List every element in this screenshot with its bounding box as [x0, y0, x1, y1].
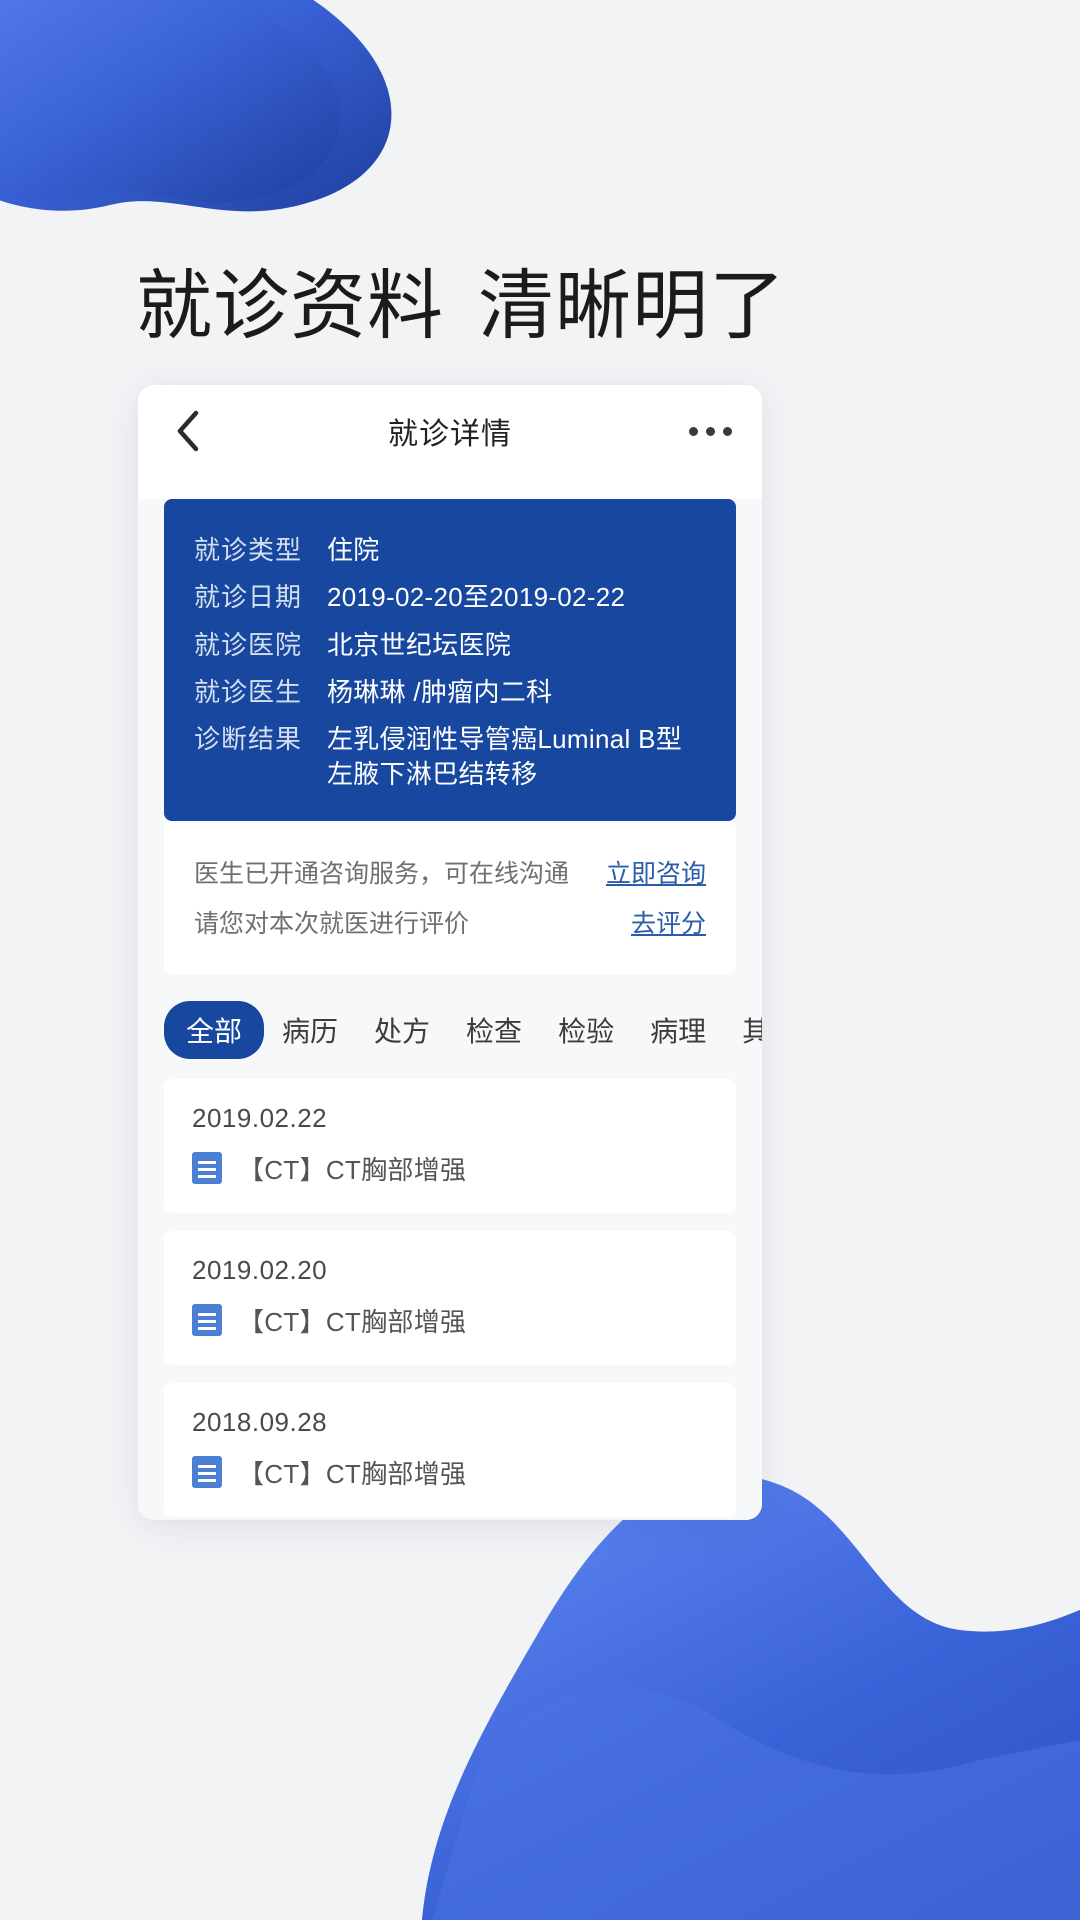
record-body: 【CT】CT胸部增强 [192, 1454, 708, 1491]
more-options-button[interactable] [687, 417, 734, 446]
headline-left: 就诊资料 [136, 261, 444, 350]
info-row-doctor: 就诊医生 杨琳琳 /肿瘤内二科 [194, 675, 706, 709]
record-list: 2019.02.22 【CT】CT胸部增强 2019.02.20 【CT】CT胸… [138, 1078, 762, 1517]
category-tabs: 全部 病历 处方 检查 检验 病理 其他 [138, 975, 762, 1079]
info-row-visit-date: 就诊日期 2019-02-20至2019-02-22 [194, 580, 706, 614]
tab-other[interactable]: 其他 [724, 1002, 762, 1058]
tab-examination[interactable]: 检查 [448, 1002, 540, 1058]
record-body: 【CT】CT胸部增强 [192, 1302, 708, 1339]
more-horizontal-icon [689, 426, 698, 436]
record-body: 【CT】CT胸部增强 [192, 1150, 708, 1187]
go-rate-link[interactable]: 去评分 [631, 904, 706, 940]
record-title: 【CT】CT胸部增强 [238, 1458, 467, 1489]
consult-now-link[interactable]: 立即咨询 [606, 854, 706, 890]
tab-medical-record[interactable]: 病历 [264, 1002, 356, 1058]
info-value: 住院 [327, 535, 380, 565]
back-button[interactable] [166, 409, 210, 453]
blob-top-left-icon [0, 0, 392, 212]
record-title: 【CT】CT胸部增强 [238, 1306, 467, 1337]
record-date: 2019.02.22 [192, 1102, 328, 1133]
page-title: 就诊详情 [388, 418, 512, 451]
more-horizontal-icon [723, 426, 732, 436]
diagnosis-line-1: 左乳侵润性导管癌Luminal B型 [327, 724, 683, 755]
tab-pathology[interactable]: 病理 [632, 1002, 724, 1058]
content-scroll-area[interactable]: 就诊类型 住院 就诊日期 2019-02-20至2019-02-22 就诊医院 … [138, 499, 762, 1520]
service-block: 医生已开通咨询服务，可在线沟通 立即咨询 请您对本次就医进行评价 去评分 [164, 820, 736, 975]
phone-mockup: 就诊详情 就诊类型 住院 就诊日期 2019-02-20至2019-02-22 [138, 385, 762, 1520]
visit-info-card: 就诊类型 住院 就诊日期 2019-02-20至2019-02-22 就诊医院 … [164, 499, 736, 821]
list-item[interactable]: 2018.09.28 【CT】CT胸部增强 [164, 1382, 736, 1517]
info-label: 就诊医生 [194, 676, 303, 707]
record-date: 2018.09.28 [192, 1406, 328, 1437]
service-text: 医生已开通咨询服务，可在线沟通 [194, 859, 570, 888]
info-value: 2019-02-20至2019-02-22 [327, 582, 626, 613]
info-value: 北京世纪坛医院 [327, 629, 512, 660]
service-text: 请您对本次就医进行评价 [194, 909, 470, 938]
info-label: 就诊日期 [194, 582, 303, 613]
more-horizontal-icon [706, 426, 715, 436]
list-item[interactable]: 2019.02.22 【CT】CT胸部增强 [164, 1078, 736, 1213]
tab-all[interactable]: 全部 [164, 1000, 265, 1059]
info-label: 就诊医院 [194, 629, 303, 660]
info-row-diagnosis: 诊断结果 左乳侵润性导管癌Luminal B型 左腋下淋巴结转移 [194, 722, 706, 791]
document-icon [192, 1152, 222, 1185]
promo-headline: 就诊资料 清晰明了 [136, 268, 786, 344]
chevron-left-icon [175, 410, 201, 452]
headline-right: 清晰明了 [478, 261, 786, 350]
info-value: 杨琳琳 /肿瘤内二科 [327, 676, 553, 707]
document-icon [192, 1456, 222, 1489]
info-row-visit-type: 就诊类型 住院 [194, 533, 706, 567]
diagnosis-line-2: 左腋下淋巴结转移 [327, 758, 538, 789]
record-date: 2019.02.20 [192, 1254, 328, 1285]
service-row-consult: 医生已开通咨询服务，可在线沟通 立即咨询 [194, 847, 706, 897]
info-label: 就诊类型 [194, 535, 303, 565]
tab-prescription[interactable]: 处方 [356, 1002, 448, 1058]
list-item[interactable]: 2019.02.20 【CT】CT胸部增强 [164, 1230, 736, 1365]
document-icon [192, 1304, 222, 1337]
service-row-rate: 请您对本次就医进行评价 去评分 [194, 897, 706, 947]
navbar: 就诊详情 [138, 385, 762, 477]
info-value: 左乳侵润性导管癌Luminal B型 左腋下淋巴结转移 [327, 722, 706, 791]
info-label: 诊断结果 [194, 724, 303, 755]
promo-screenshot: 就诊资料 清晰明了 就诊详情 就诊类型 住院 就诊日期 2019-02-20至2… [0, 0, 1080, 1920]
tab-lab-test[interactable]: 检验 [540, 1002, 632, 1058]
record-title: 【CT】CT胸部增强 [238, 1154, 467, 1185]
info-row-hospital: 就诊医院 北京世纪坛医院 [194, 628, 706, 662]
